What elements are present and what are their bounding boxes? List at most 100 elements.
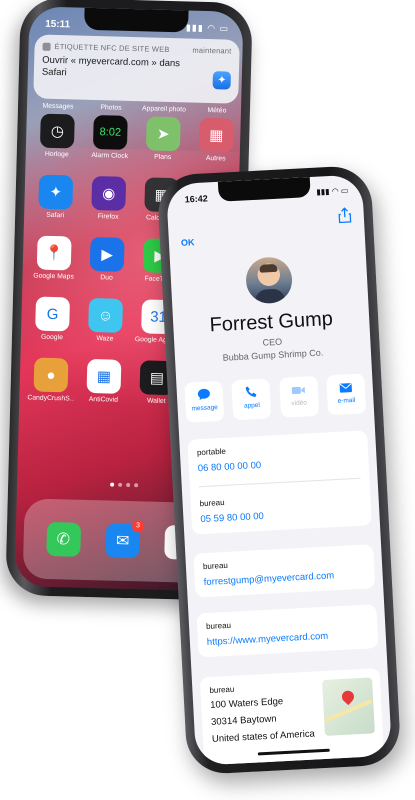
notch [217,176,311,202]
app-glyph: ☺ [97,306,114,325]
status-icons: ▮▮▮ ◠ ▭ [316,185,349,197]
app-clock[interactable]: Messages ◷ Horloge [34,102,81,158]
waze-icon: ☺ [88,297,124,333]
front-phone: 16:42 ▮▮▮ ◠ ▭ OK Forrest Gump CEO Bubba … [156,164,402,776]
app-glyph: ▦ [96,368,112,386]
action-label: e-mail [337,396,356,405]
app-anticovid[interactable]: ▦ AntiCovid [80,358,127,404]
message-action-button[interactable]: message [184,380,225,423]
anticovid-icon: ▦ [86,358,122,394]
phone-icon [232,384,271,400]
status-time: 16:42 [184,193,208,205]
phone-label: portable [196,446,227,458]
app-glyph: 8:02 [99,126,122,139]
email-value[interactable]: forrestgump@myevercard.com [204,569,366,588]
nfc-text: Ouvrir « myevercard.com » dans Safari [41,54,181,79]
nfc-source: ÉTIQUETTE NFC DE SITE WEB [54,41,170,54]
page-dot [118,482,123,487]
candy-crush-icon: ● [33,357,69,393]
action-buttons: message appel vidéo e-mail [184,373,367,423]
folder-icon: ▦ [198,117,234,153]
safari-icon: ✦ [38,174,74,210]
google-icon: G [35,296,71,332]
app-glyph: ▦ [208,127,224,145]
app-maps[interactable]: Appareil photo ➤ Plans [140,105,187,161]
status-icons: ▮▮▮ ◠ ▭ [185,22,230,34]
app-google[interactable]: G Google [29,296,76,341]
app-firefox[interactable]: ◉ Firefox [85,175,132,221]
safari-icon: ✦ [212,71,231,90]
app-top-label: Appareil photo [141,105,186,114]
app-label: Horloge [44,150,69,159]
phone-entry-mobile[interactable]: portable 06 80 00 00 00 [197,440,360,474]
app-top-label: Météo [207,106,227,115]
maps-icon: ➤ [145,116,181,152]
email-label: bureau [202,560,229,572]
app-top-label: Photos [100,104,122,112]
map-thumbnail[interactable] [322,677,375,736]
app-label: Google Maps [33,272,74,281]
ok-button[interactable]: OK [181,237,195,248]
app-label: AntiCovid [88,395,118,404]
app-glyph: ➤ [156,125,170,144]
dock-glyph: ✉ [115,532,130,551]
phone-icon[interactable]: ✆ [45,521,81,557]
mail-icon [326,379,365,395]
app-label: Autres [205,154,226,163]
page-dot [134,483,139,488]
dock-glyph: ✆ [56,531,71,549]
duo-icon: ▶ [89,236,125,272]
app-label: Waze [96,335,114,343]
phone-number[interactable]: 06 80 00 00 00 [198,455,360,474]
app-duo[interactable]: ▶ Duo [83,236,130,282]
alarm-clock-icon: 8:02 [92,115,128,150]
clock-icon: ◷ [39,113,75,149]
google-maps-icon: 📍 [36,235,72,271]
divider [198,477,361,488]
map-pin-icon [339,688,357,706]
status-time: 15:11 [45,18,71,31]
app-glyph: ● [46,366,56,384]
app-alarm-clock[interactable]: Photos 8:02 Alarm Clock [87,104,134,160]
app-label: Firefox [97,213,119,221]
app-glyph: ◷ [50,122,65,141]
share-icon[interactable] [337,207,352,224]
page-dot [110,482,115,487]
app-glyph: ▶ [101,246,114,264]
website-value[interactable]: https://www.myevercard.com [207,629,369,648]
app-glyph: ▤ [149,369,165,387]
vido-action-button: vidéo [278,375,319,418]
contact-screen: 16:42 ▮▮▮ ◠ ▭ OK Forrest Gump CEO Bubba … [165,174,393,766]
action-label: appel [243,401,261,410]
app-label: Google [40,333,64,342]
page-dot [126,482,131,488]
app-glyph: G [46,305,59,323]
app-glyph: 📍 [44,244,64,263]
nfc-notification[interactable]: ÉTIQUETTE NFC DE SITE WEB maintenant Ouv… [33,34,240,104]
notification-badge: 3 [131,520,145,533]
appel-action-button[interactable]: appel [231,378,272,421]
video-icon [279,382,318,398]
mail-icon[interactable]: ✉ 3 [105,520,145,559]
app-glyph: ✦ [49,183,63,202]
action-label: vidéo [291,399,308,408]
notch [84,7,189,33]
phone-card: portable 06 80 00 00 00 bureau 05 59 80 … [187,430,373,535]
firefox-icon: ◉ [91,175,127,211]
phone-number[interactable]: 05 59 80 00 00 [200,506,362,525]
app-waze[interactable]: ☺ Waze [82,297,129,343]
email-card: bureau forrestgump@myevercard.com [193,544,376,598]
email-action-button[interactable]: e-mail [326,373,367,416]
app-candy-crush[interactable]: ● CandyCrushS… [27,357,74,403]
app-label: Alarm Clock [91,151,129,160]
nfc-time: maintenant [192,45,232,56]
app-folder[interactable]: Météo ▦ Autres [193,107,240,163]
phone-entry-office[interactable]: bureau 05 59 80 00 00 [199,491,362,525]
app-google-maps[interactable]: 📍 Google Maps [30,235,77,281]
app-safari[interactable]: ✦ Safari [32,174,79,219]
message-icon [185,387,224,403]
app-label: CandyCrushS… [27,394,74,403]
app-label: Duo [100,274,113,282]
app-label: Plans [154,153,172,162]
website-label: bureau [205,620,232,632]
